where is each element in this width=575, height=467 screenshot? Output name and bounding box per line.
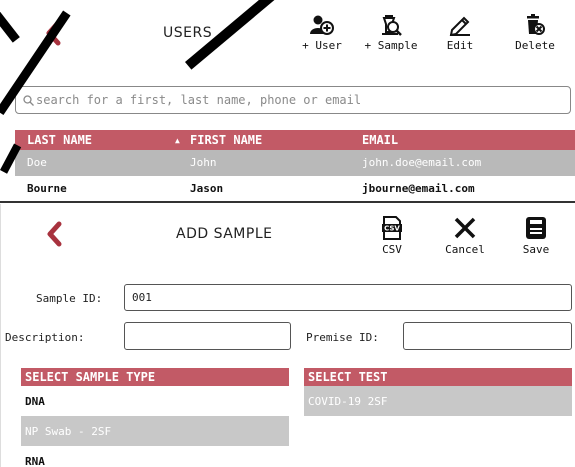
edit-label: Edit [446, 39, 474, 52]
edit-button[interactable]: Edit [440, 14, 480, 52]
sample-id-label: Sample ID: [36, 292, 103, 305]
sample-id-value: 001 [132, 291, 152, 304]
users-panel: USERS + User + Sample Edit Delete search… [0, 0, 575, 202]
table-row[interactable]: Bourne Jason jbourne@email.com [15, 176, 575, 202]
row-email: jbourne@email.com [362, 182, 475, 195]
description-field[interactable] [124, 322, 291, 350]
test-option: COVID-19 2SF [308, 395, 388, 408]
save-label: Save [522, 243, 550, 256]
search-placeholder: search for a first, last name, phone or … [36, 93, 362, 107]
edit-icon [449, 16, 470, 36]
delete-icon [527, 14, 545, 35]
column-last-name[interactable]: LAST NAME [27, 133, 92, 147]
description-label: Description: [5, 331, 85, 344]
add-user-label: + User [302, 39, 342, 52]
page-title: ADD SAMPLE [176, 226, 273, 242]
row-last-name: Doe [27, 156, 47, 169]
row-last-name: Bourne [27, 182, 67, 195]
sample-type-option: NP Swab - 2SF [25, 425, 112, 438]
csv-label: CSV [382, 243, 402, 256]
row-email: john.doe@email.com [362, 156, 482, 169]
search-input[interactable]: search for a first, last name, phone or … [15, 86, 571, 114]
csv-button[interactable]: CSV CSV [376, 216, 408, 256]
delete-button[interactable]: Delete [510, 14, 560, 52]
sample-type-header-label: SELECT SAMPLE TYPE [25, 370, 156, 384]
add-user-icon [310, 15, 334, 35]
row-first-name: John [190, 156, 217, 169]
sample-id-field[interactable]: 001 [124, 284, 572, 311]
save-icon [526, 217, 546, 239]
users-table-header: LAST NAME ▲ FIRST NAME EMAIL [15, 130, 575, 150]
delete-label: Delete [515, 39, 555, 52]
row-first-name: Jason [190, 182, 224, 195]
sample-type-option: RNA [25, 455, 45, 467]
csv-file-icon: CSV [382, 216, 402, 240]
svg-text:CSV: CSV [384, 225, 400, 233]
sort-ascending-icon[interactable]: ▲ [175, 136, 180, 145]
column-email[interactable]: EMAIL [362, 133, 398, 147]
premise-id-label: Premise ID: [306, 331, 379, 344]
cancel-button[interactable]: Cancel [439, 216, 491, 256]
page-title: USERS [163, 25, 213, 41]
search-icon [23, 95, 34, 106]
cancel-label: Cancel [445, 243, 485, 256]
close-icon [454, 217, 476, 239]
sample-type-header: SELECT SAMPLE TYPE [21, 368, 289, 386]
column-first-name[interactable]: FIRST NAME [190, 133, 262, 147]
add-sample-icon [382, 15, 402, 36]
test-header: SELECT TEST [304, 368, 572, 386]
add-user-button[interactable]: + User [297, 14, 347, 52]
premise-id-field[interactable] [403, 322, 572, 350]
list-item[interactable]: COVID-19 2SF [304, 386, 572, 416]
add-sample-panel: ADD SAMPLE CSV CSV Cancel Save Sample ID… [0, 204, 575, 467]
back-button[interactable] [45, 221, 63, 247]
list-item[interactable]: DNA [21, 386, 289, 416]
list-item[interactable]: NP Swab - 2SF [21, 416, 289, 446]
chevron-left-icon [47, 221, 62, 247]
add-sample-button[interactable]: + Sample [359, 14, 423, 52]
test-header-label: SELECT TEST [308, 370, 388, 384]
panel-divider [0, 201, 575, 203]
table-row[interactable]: Doe John john.doe@email.com [15, 150, 575, 176]
sample-type-option: DNA [25, 395, 45, 408]
list-item[interactable]: RNA [21, 446, 289, 467]
add-sample-label: + Sample [364, 39, 418, 52]
save-button[interactable]: Save [516, 216, 556, 256]
